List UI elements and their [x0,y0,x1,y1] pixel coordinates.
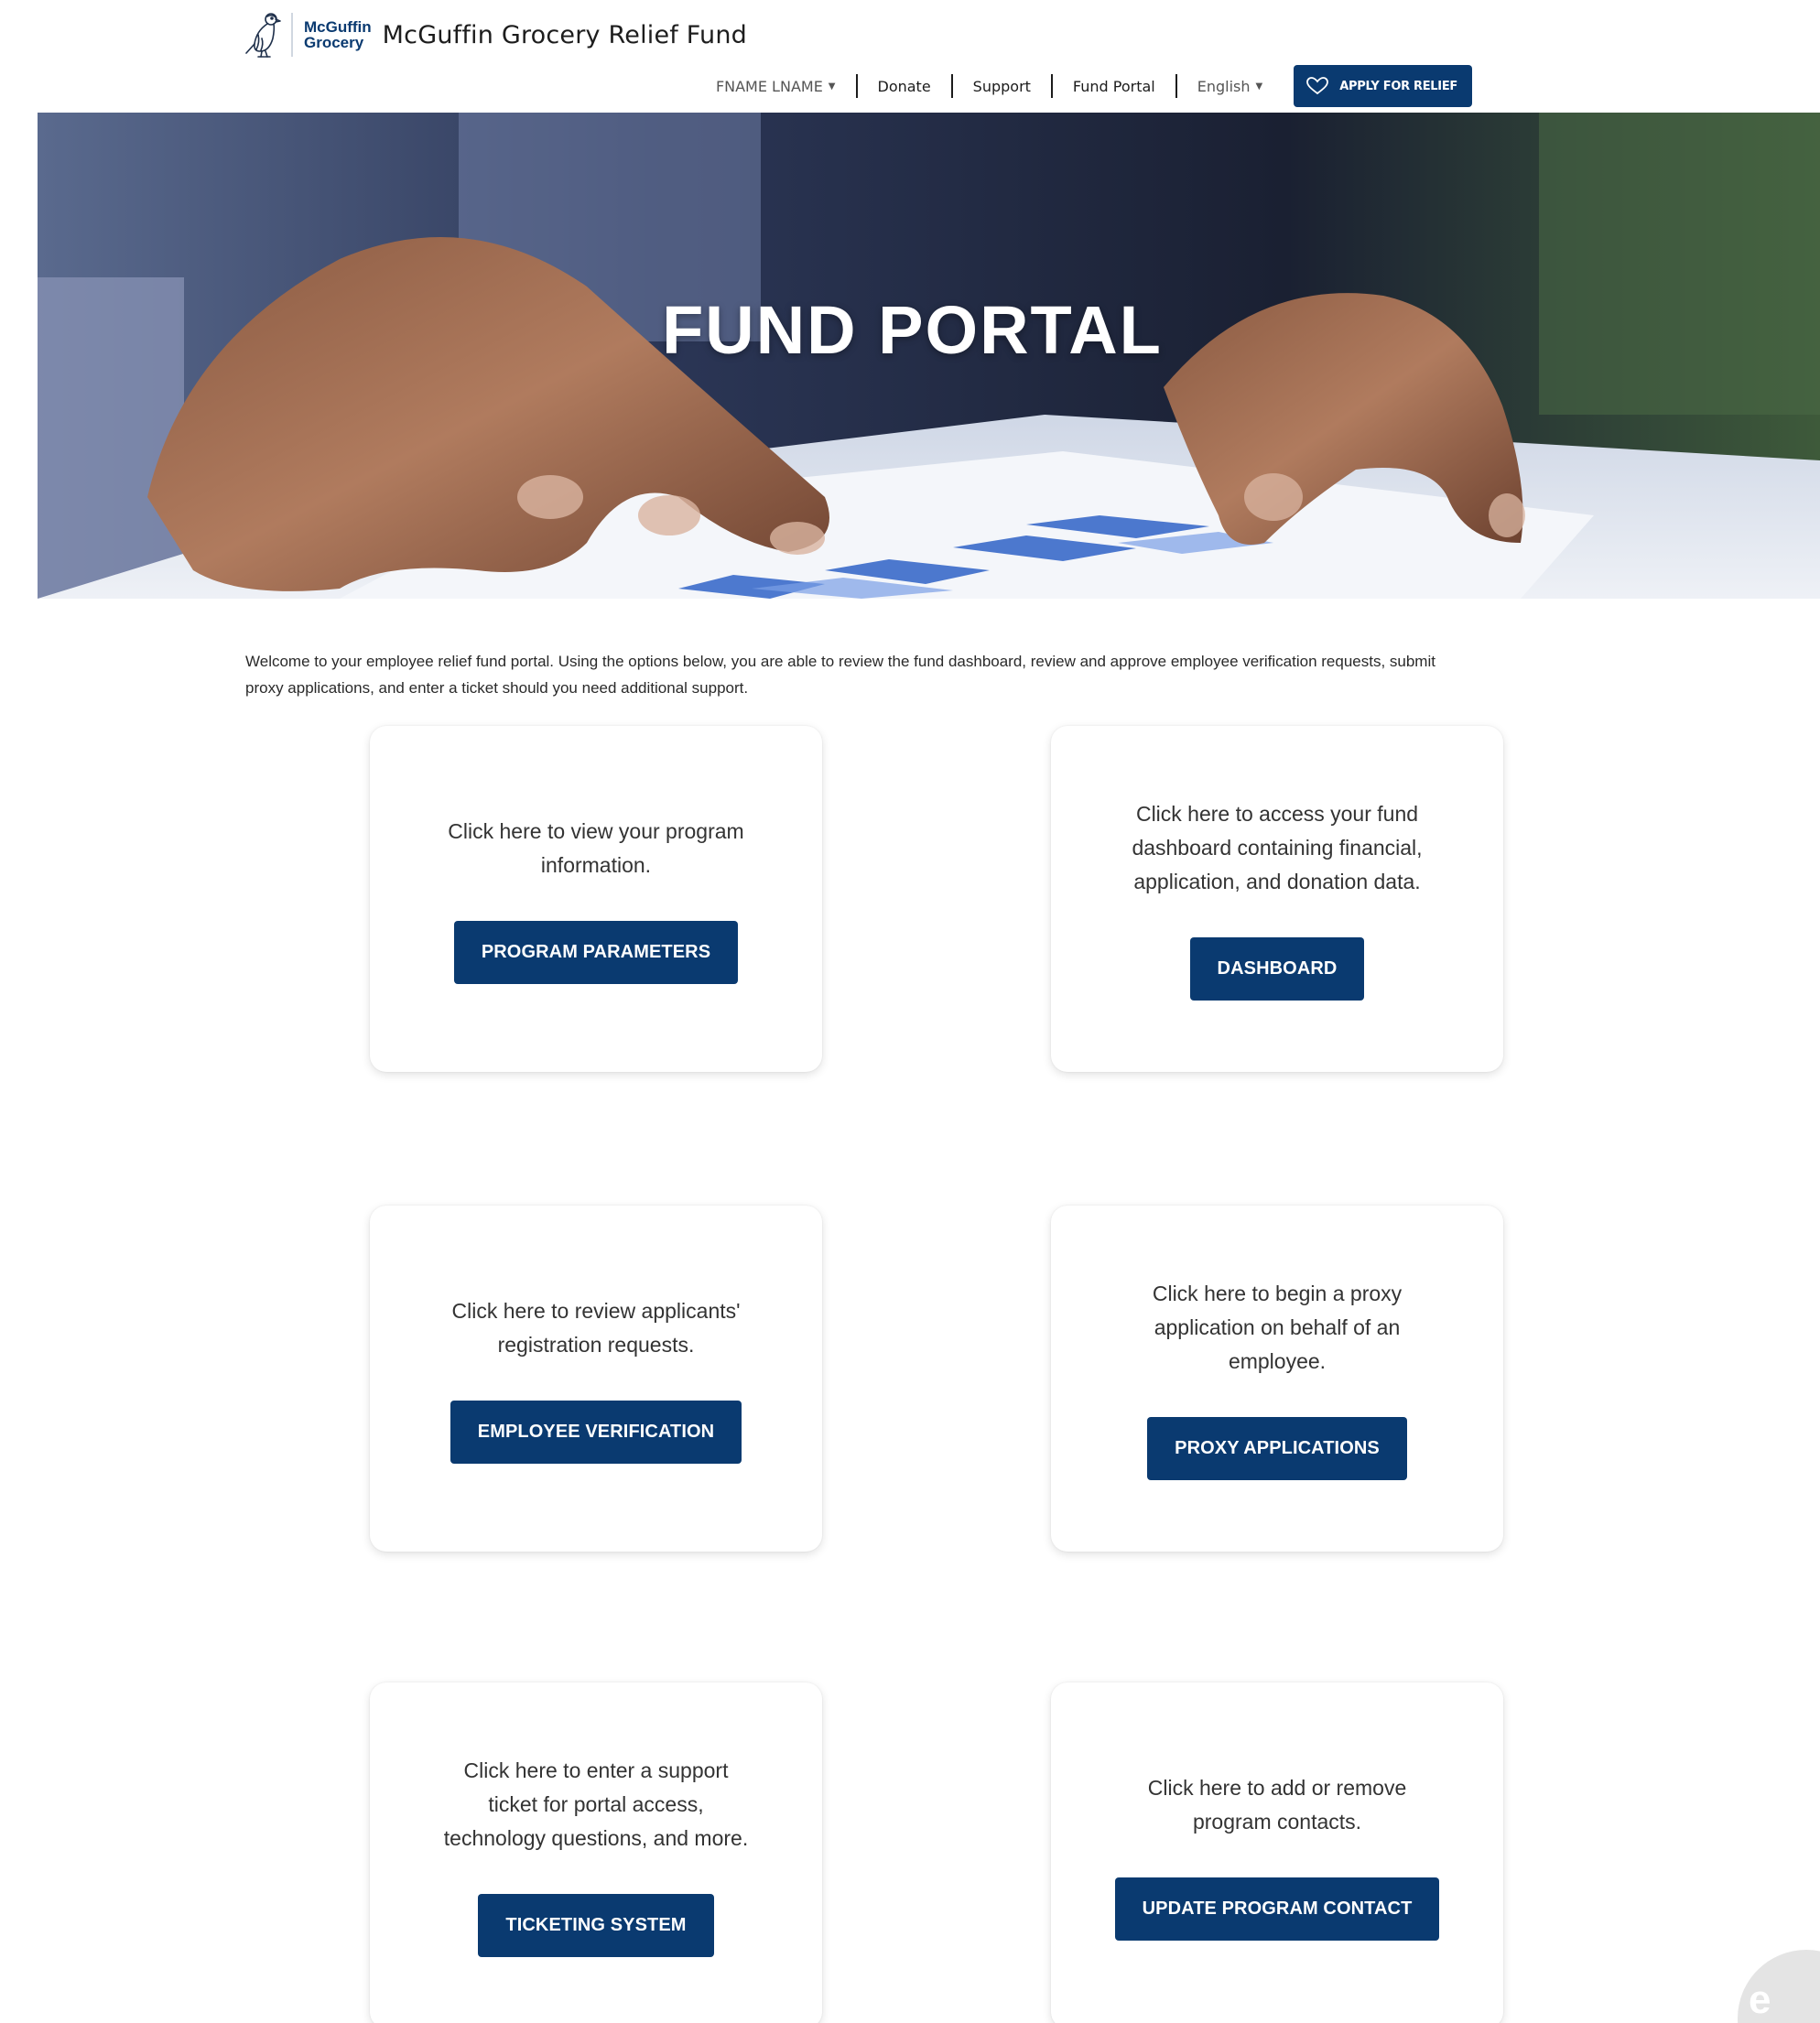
update-program-contact-button[interactable]: UPDATE PROGRAM CONTACT [1114,1877,1440,1941]
caret-down-icon: ▼ [1255,81,1263,92]
badge-letter: e [1749,1977,1771,2022]
intro-text: Welcome to your employee relief fund por… [245,653,1435,697]
card-description: Click here to access your fund dashboard… [1132,802,1423,893]
user-menu[interactable]: FNAME LNAME ▼ [696,74,856,98]
apply-for-relief-button[interactable]: APPLY FOR RELIEF [1294,65,1472,107]
employee-verification-button[interactable]: EMPLOYEE VERIFICATION [450,1400,742,1464]
card-program-parameters: Click here to view your program informat… [370,726,822,1072]
ticketing-system-button[interactable]: TICKETING SYSTEM [478,1894,714,1957]
logo-line-1: McGuffin [304,18,372,36]
logo-divider [291,13,293,57]
user-name: FNAME LNAME [715,77,823,95]
bird-logo-icon[interactable] [242,10,286,60]
card-description: Click here to enter a support ticket for… [443,1758,749,1850]
nav-support[interactable]: Support [953,74,1051,98]
card-description: Click here to begin a proxy application … [1152,1282,1403,1373]
hero-banner: FUND PORTAL [38,113,1820,599]
main-nav: FNAME LNAME ▼ Donate Support Fund Portal… [696,64,1472,108]
logo-line-2: Grocery [304,34,364,51]
site-header: McGuffin Grocery McGuffin Grocery Relief… [242,9,747,60]
apply-button-label: APPLY FOR RELIEF [1339,79,1457,93]
hero-title: FUND PORTAL [662,292,1163,368]
language-selector[interactable]: English ▼ [1177,74,1283,98]
site-title[interactable]: McGuffin Grocery Relief Fund [383,21,747,49]
nav-fund-portal[interactable]: Fund Portal [1053,74,1175,98]
card-proxy-applications: Click here to begin a proxy application … [1051,1206,1503,1552]
language-label: English [1197,77,1251,95]
card-description: Click here to review applicants' registr… [451,1298,741,1357]
proxy-applications-button[interactable]: PROXY APPLICATIONS [1147,1417,1407,1480]
brand-logo-text[interactable]: McGuffin Grocery [304,19,372,50]
caret-down-icon: ▼ [828,81,836,92]
card-description: Click here to view your program informat… [448,818,744,877]
card-dashboard: Click here to access your fund dashboard… [1051,726,1503,1072]
card-employee-verification: Click here to review applicants' registr… [370,1206,822,1552]
floating-help-badge[interactable]: e [1738,1950,1820,2023]
card-ticketing-system: Click here to enter a support ticket for… [370,1682,822,2023]
card-description: Click here to add or remove program cont… [1147,1775,1407,1834]
program-parameters-button[interactable]: PROGRAM PARAMETERS [453,920,739,984]
page: McGuffin Grocery McGuffin Grocery Relief… [0,0,1820,2023]
heart-icon [1306,76,1330,96]
nav-donate[interactable]: Donate [858,74,951,98]
dashboard-button[interactable]: DASHBOARD [1189,937,1365,1001]
card-update-program-contact: Click here to add or remove program cont… [1051,1682,1503,2023]
